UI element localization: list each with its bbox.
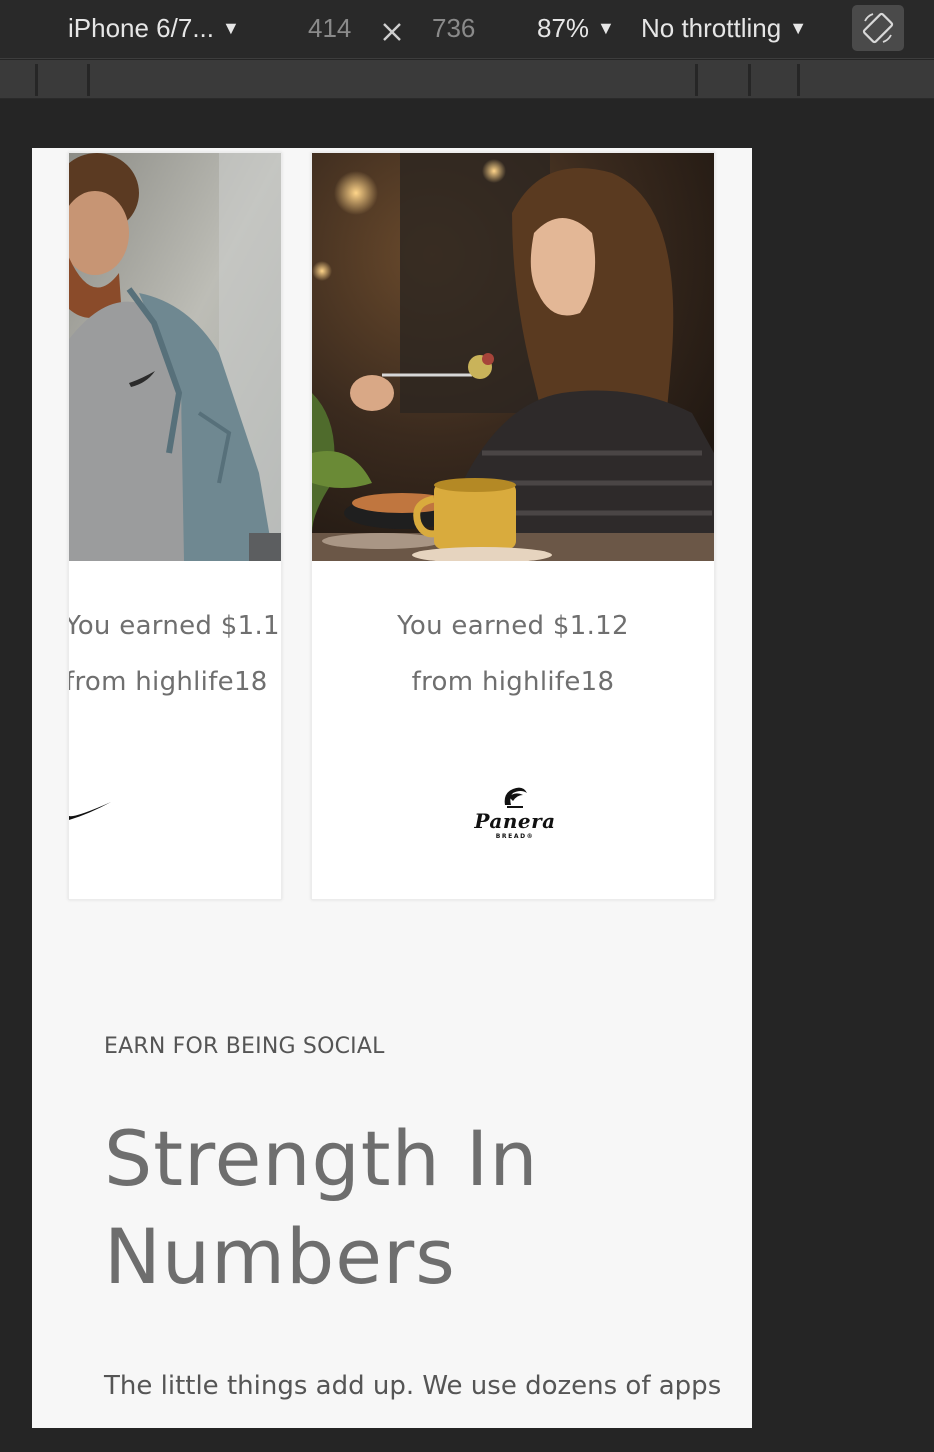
panera-bread-logo: Panera BREAD®	[470, 783, 560, 847]
section-headline: Strength In Numbers	[104, 1110, 664, 1306]
nike-logo	[69, 802, 111, 820]
chevron-down-icon: ▼	[597, 18, 615, 38]
card-earned-text: You earned $1.12	[68, 611, 282, 641]
ruler-divider	[748, 64, 751, 96]
zoom-select[interactable]: 87% ▼	[537, 10, 615, 49]
card-photo-woman	[312, 153, 714, 561]
card-from-text: from highlife18	[68, 667, 268, 697]
throttling-select-label: No throttling	[641, 13, 782, 43]
times-icon	[383, 23, 401, 41]
panera-wordmark: Panera	[474, 809, 556, 833]
section-eyebrow: EARN FOR BEING SOCIAL	[104, 1034, 385, 1059]
ruler-divider	[695, 64, 698, 96]
viewport-height-input[interactable]: 736	[432, 10, 475, 46]
rotate-button[interactable]	[852, 5, 904, 51]
card-earned-text: You earned $1.12	[397, 611, 629, 641]
viewport-width-input[interactable]: 414	[308, 10, 351, 46]
ruler-divider	[87, 64, 90, 96]
device-select-label: iPhone 6/7...	[68, 13, 214, 43]
chevron-down-icon: ▼	[222, 18, 240, 38]
panera-emblem-icon	[504, 787, 527, 808]
section-body-text: The little things add up. We use dozens …	[104, 1371, 722, 1428]
ruler-divider	[35, 64, 38, 96]
reward-card[interactable]: You earned $1.12 from highlife18	[68, 152, 282, 900]
device-select[interactable]: iPhone 6/7... ▼	[68, 10, 240, 49]
throttling-select[interactable]: No throttling ▼	[641, 10, 807, 49]
card-from-text: from highlife18	[411, 667, 615, 697]
headline-line-1: Strength In	[104, 1114, 539, 1203]
reward-card[interactable]: You earned $1.12 from highlife18 Panera …	[311, 152, 715, 900]
devtools-device-toolbar: iPhone 6/7... ▼ 414 736 87% ▼ No throttlin…	[0, 0, 934, 59]
rotate-icon	[862, 12, 894, 44]
headline-line-2: Numbers	[104, 1212, 456, 1301]
media-query-ruler[interactable]	[0, 60, 934, 99]
chevron-down-icon: ▼	[789, 18, 808, 38]
ruler-divider	[797, 64, 800, 96]
device-viewport: You earned $1.12 from highlife18 You ear…	[32, 148, 752, 1428]
zoom-select-label: 87%	[537, 13, 590, 43]
panera-subtitle: BREAD®	[495, 833, 535, 840]
card-photo-man	[69, 153, 281, 561]
